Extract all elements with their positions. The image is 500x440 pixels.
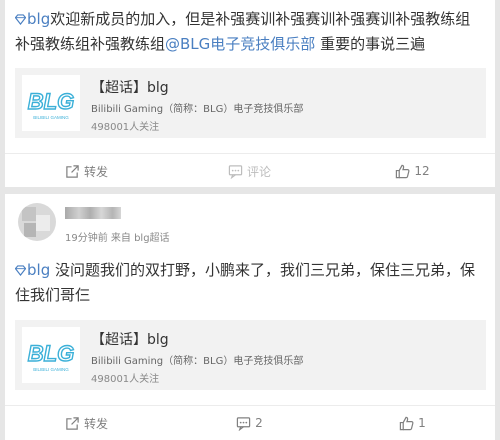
- diamond-icon: [15, 14, 26, 25]
- like-icon: [399, 416, 414, 430]
- post-body: 没问题我们的双打野，小鹏来了，我们三兄弟，保住三兄弟，保住我们哥仨: [15, 261, 475, 304]
- post-card: blg欢迎新成员的加入，但是补强赛训补强赛训补强赛训补强教练组补强教练组补强教练…: [5, 0, 495, 187]
- comment-button[interactable]: 评论: [168, 154, 331, 188]
- topic-link[interactable]: blg: [15, 10, 50, 28]
- like-count: 1: [418, 416, 426, 430]
- topic-title: 【超话】blg: [91, 332, 169, 348]
- topic-description: Bilibili Gaming（简称：BLG）电子竞技俱乐部: [91, 356, 304, 367]
- blg-logo: BLG BILIBILI GAMING: [22, 327, 80, 383]
- topic-title: 【超话】blg: [91, 80, 169, 96]
- post-meta: 19分钟前 来自 blg超话: [65, 233, 170, 244]
- comment-icon: [236, 416, 251, 431]
- repost-icon: [66, 164, 79, 178]
- topic-followers: 498001人关注: [91, 374, 160, 385]
- repost-button[interactable]: 转发: [5, 154, 168, 188]
- repost-icon: [66, 416, 79, 430]
- username-redacted[interactable]: [65, 207, 121, 219]
- repost-button[interactable]: 转发: [5, 406, 168, 440]
- comment-count: 2: [255, 416, 263, 430]
- logo-text: BLG: [28, 89, 74, 114]
- logo-subtext: BILIBILI GAMING: [33, 367, 69, 372]
- blg-logo: BLG BILIBILI GAMING: [22, 75, 80, 131]
- post-card: 19分钟前 来自 blg超话 blg 没问题我们的双打野，小鹏来了，我们三兄弟，…: [5, 194, 495, 440]
- comment-button[interactable]: 2: [168, 406, 331, 440]
- comment-label: 评论: [246, 164, 271, 179]
- post-tail: 重要的事说三遍: [315, 35, 426, 53]
- topic-card[interactable]: BLG BILIBILI GAMING 【超话】blg Bilibili Gam…: [15, 320, 486, 390]
- repost-label: 转发: [83, 416, 108, 431]
- like-count: 12: [414, 164, 430, 178]
- action-bar: 转发 2 1: [5, 405, 495, 439]
- post-text: blg 没问题我们的双打野，小鹏来了，我们三兄弟，保住三兄弟，保住我们哥仨: [15, 258, 485, 308]
- topic-link[interactable]: blg: [15, 261, 50, 279]
- logo-text: BLG: [28, 341, 74, 366]
- logo-subtext: BILIBILI GAMING: [33, 115, 69, 120]
- like-button[interactable]: 1: [331, 406, 494, 440]
- like-button[interactable]: 12: [331, 154, 494, 188]
- topic-card[interactable]: BLG BILIBILI GAMING 【超话】blg Bilibili Gam…: [15, 68, 486, 138]
- like-icon: [396, 164, 410, 178]
- repost-label: 转发: [83, 164, 108, 179]
- comment-icon: [228, 164, 243, 179]
- diamond-icon: [15, 265, 26, 276]
- topic-description: Bilibili Gaming（简称：BLG）电子竞技俱乐部: [91, 104, 304, 115]
- topic-followers: 498001人关注: [91, 122, 160, 133]
- action-bar: 转发 评论 12: [5, 153, 495, 187]
- mention-link[interactable]: @BLG电子竞技俱乐部: [165, 35, 315, 53]
- avatar[interactable]: [18, 203, 56, 241]
- post-text: blg欢迎新成员的加入，但是补强赛训补强赛训补强赛训补强教练组补强教练组补强教练…: [15, 7, 485, 57]
